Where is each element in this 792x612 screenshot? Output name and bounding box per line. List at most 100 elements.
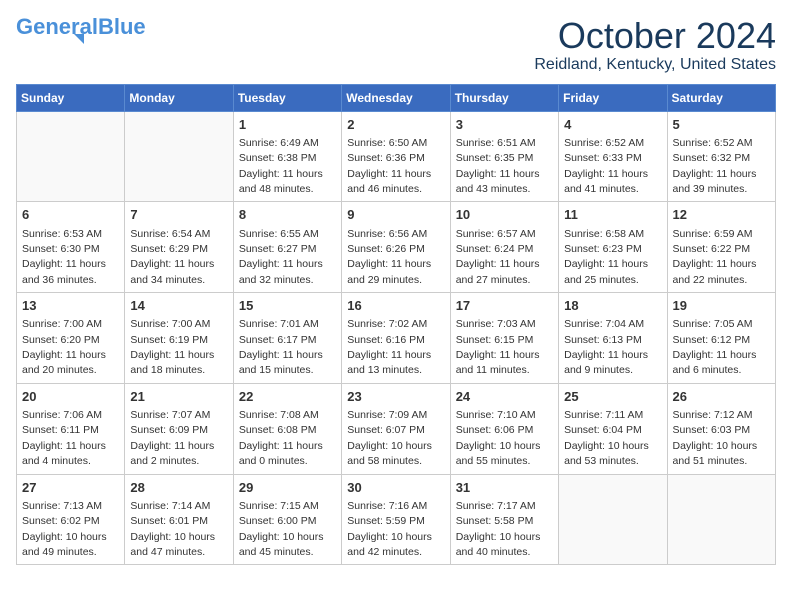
day-number: 3: [456, 116, 553, 134]
calendar-day-cell: 7Sunrise: 6:54 AM Sunset: 6:29 PM Daylig…: [125, 202, 233, 293]
day-number: 12: [673, 206, 770, 224]
calendar-day-cell: 12 Sunrise: 6:59 AM Sunset: 6:22 PM Dayli…: [667, 202, 775, 293]
day-info: Sunrise: 6:58 AM Sunset: 6:23 PM Dayligh…: [564, 228, 648, 286]
day-info: Sunrise: 7:10 AM Sunset: 6:06 PM Dayligh…: [456, 409, 541, 467]
day-info: Sunrise: 7:13 AM Sunset: 6:02 PM Dayligh…: [22, 500, 107, 558]
calendar-day-cell: 25Sunrise: 7:11 AM Sunset: 6:04 PM Dayli…: [559, 383, 667, 474]
day-number: 8: [239, 206, 336, 224]
day-number: 19: [673, 297, 770, 315]
day-number: 18: [564, 297, 661, 315]
day-info: Sunrise: 7:04 AM Sunset: 6:13 PM Dayligh…: [564, 318, 648, 376]
day-number: 15: [239, 297, 336, 315]
calendar-day-cell: 1 Sunrise: 6:49 AM Sunset: 6:38 PM Daylig…: [233, 111, 341, 202]
day-info: Sunrise: 7:17 AM Sunset: 5:58 PM Dayligh…: [456, 500, 541, 558]
day-info: Sunrise: 7:09 AM Sunset: 6:07 PM Dayligh…: [347, 409, 432, 467]
calendar-day-cell: 10Sunrise: 6:57 AM Sunset: 6:24 PM Dayli…: [450, 202, 558, 293]
calendar-day-cell: 11Sunrise: 6:58 AM Sunset: 6:23 PM Dayli…: [559, 202, 667, 293]
day-info: Sunrise: 6:52 AM Sunset: 6:33 PM Dayligh…: [564, 137, 648, 195]
logo-blue: Blue: [98, 14, 146, 39]
calendar-day-cell: 26Sunrise: 7:12 AM Sunset: 6:03 PM Dayli…: [667, 383, 775, 474]
calendar-day-cell: [125, 111, 233, 202]
day-info: Sunrise: 7:16 AM Sunset: 5:59 PM Dayligh…: [347, 500, 432, 558]
calendar-day-cell: 31 Sunrise: 7:17 AM Sunset: 5:58 PM Dayli…: [450, 474, 558, 565]
day-number: 16: [347, 297, 444, 315]
day-info: Sunrise: 6:50 AM Sunset: 6:36 PM Dayligh…: [347, 137, 431, 195]
day-number: 29: [239, 479, 336, 497]
day-info: Sunrise: 7:05 AM Sunset: 6:12 PM Dayligh…: [673, 318, 757, 376]
day-info: Sunrise: 6:55 AM Sunset: 6:27 PM Dayligh…: [239, 228, 323, 286]
calendar-day-cell: 30Sunrise: 7:16 AM Sunset: 5:59 PM Dayli…: [342, 474, 450, 565]
day-info: Sunrise: 7:00 AM Sunset: 6:20 PM Dayligh…: [22, 318, 106, 376]
day-number: 21: [130, 388, 227, 406]
day-number: 26: [673, 388, 770, 406]
calendar-day-cell: 2 Sunrise: 6:50 AM Sunset: 6:36 PM Daylig…: [342, 111, 450, 202]
calendar-day-cell: 5 Sunrise: 6:52 AM Sunset: 6:32 PM Daylig…: [667, 111, 775, 202]
day-info: Sunrise: 6:52 AM Sunset: 6:32 PM Dayligh…: [673, 137, 757, 195]
day-number: 14: [130, 297, 227, 315]
calendar-day-cell: 9 Sunrise: 6:56 AM Sunset: 6:26 PM Daylig…: [342, 202, 450, 293]
location-title: Reidland, Kentucky, United States: [534, 56, 776, 74]
day-info: Sunrise: 6:53 AM Sunset: 6:30 PM Dayligh…: [22, 228, 106, 286]
day-info: Sunrise: 7:06 AM Sunset: 6:11 PM Dayligh…: [22, 409, 106, 467]
calendar-day-cell: [17, 111, 125, 202]
day-number: 31: [456, 479, 553, 497]
calendar-header-row: SundayMondayTuesdayWednesdayThursdayFrid…: [17, 84, 776, 111]
calendar-week-row: 1 Sunrise: 6:49 AM Sunset: 6:38 PM Daylig…: [17, 111, 776, 202]
calendar-day-cell: 17 Sunrise: 7:03 AM Sunset: 6:15 PM Dayli…: [450, 293, 558, 384]
day-number: 24: [456, 388, 553, 406]
calendar-week-row: 6Sunrise: 6:53 AM Sunset: 6:30 PM Daylig…: [17, 202, 776, 293]
day-info: Sunrise: 7:02 AM Sunset: 6:16 PM Dayligh…: [347, 318, 431, 376]
day-info: Sunrise: 7:11 AM Sunset: 6:04 PM Dayligh…: [564, 409, 649, 467]
day-number: 9: [347, 206, 444, 224]
calendar-day-cell: 18 Sunrise: 7:04 AM Sunset: 6:13 PM Dayli…: [559, 293, 667, 384]
calendar-day-cell: 8 Sunrise: 6:55 AM Sunset: 6:27 PM Daylig…: [233, 202, 341, 293]
calendar-day-cell: 28 Sunrise: 7:14 AM Sunset: 6:01 PM Dayli…: [125, 474, 233, 565]
weekday-header: Wednesday: [342, 84, 450, 111]
title-block: October 2024 Reidland, Kentucky, United …: [534, 16, 776, 74]
calendar-day-cell: 24 Sunrise: 7:10 AM Sunset: 6:06 PM Dayli…: [450, 383, 558, 474]
logo-arrow-icon: [74, 34, 84, 44]
day-info: Sunrise: 6:51 AM Sunset: 6:35 PM Dayligh…: [456, 137, 540, 195]
day-number: 28: [130, 479, 227, 497]
calendar-day-cell: 22 Sunrise: 7:08 AM Sunset: 6:08 PM Dayli…: [233, 383, 341, 474]
day-number: 23: [347, 388, 444, 406]
day-info: Sunrise: 7:08 AM Sunset: 6:08 PM Dayligh…: [239, 409, 323, 467]
calendar-day-cell: 21 Sunrise: 7:07 AM Sunset: 6:09 PM Dayli…: [125, 383, 233, 474]
day-info: Sunrise: 7:01 AM Sunset: 6:17 PM Dayligh…: [239, 318, 323, 376]
day-number: 27: [22, 479, 119, 497]
logo: GeneralBlue: [16, 16, 146, 44]
day-number: 22: [239, 388, 336, 406]
day-info: Sunrise: 6:57 AM Sunset: 6:24 PM Dayligh…: [456, 228, 540, 286]
day-number: 2: [347, 116, 444, 134]
day-number: 5: [673, 116, 770, 134]
calendar-day-cell: 6Sunrise: 6:53 AM Sunset: 6:30 PM Daylig…: [17, 202, 125, 293]
day-info: Sunrise: 6:54 AM Sunset: 6:29 PM Dayligh…: [130, 228, 214, 286]
day-number: 20: [22, 388, 119, 406]
day-info: Sunrise: 7:03 AM Sunset: 6:15 PM Dayligh…: [456, 318, 540, 376]
day-info: Sunrise: 6:59 AM Sunset: 6:22 PM Dayligh…: [673, 228, 757, 286]
calendar-day-cell: 15 Sunrise: 7:01 AM Sunset: 6:17 PM Dayli…: [233, 293, 341, 384]
month-title: October 2024: [534, 16, 776, 56]
logo-general: General: [16, 14, 98, 39]
calendar-day-cell: 4 Sunrise: 6:52 AM Sunset: 6:33 PM Daylig…: [559, 111, 667, 202]
day-info: Sunrise: 6:56 AM Sunset: 6:26 PM Dayligh…: [347, 228, 431, 286]
day-number: 13: [22, 297, 119, 315]
weekday-header: Friday: [559, 84, 667, 111]
day-number: 4: [564, 116, 661, 134]
weekday-header: Tuesday: [233, 84, 341, 111]
calendar-table: SundayMondayTuesdayWednesdayThursdayFrid…: [16, 84, 776, 566]
day-number: 1: [239, 116, 336, 134]
day-info: Sunrise: 7:07 AM Sunset: 6:09 PM Dayligh…: [130, 409, 214, 467]
day-info: Sunrise: 6:49 AM Sunset: 6:38 PM Dayligh…: [239, 137, 323, 195]
calendar-day-cell: 14Sunrise: 7:00 AM Sunset: 6:19 PM Dayli…: [125, 293, 233, 384]
day-info: Sunrise: 7:15 AM Sunset: 6:00 PM Dayligh…: [239, 500, 324, 558]
calendar-week-row: 20 Sunrise: 7:06 AM Sunset: 6:11 PM Dayli…: [17, 383, 776, 474]
calendar-day-cell: 27 Sunrise: 7:13 AM Sunset: 6:02 PM Dayli…: [17, 474, 125, 565]
calendar-day-cell: 19 Sunrise: 7:05 AM Sunset: 6:12 PM Dayli…: [667, 293, 775, 384]
calendar-day-cell: 23 Sunrise: 7:09 AM Sunset: 6:07 PM Dayli…: [342, 383, 450, 474]
calendar-day-cell: 20 Sunrise: 7:06 AM Sunset: 6:11 PM Dayli…: [17, 383, 125, 474]
calendar-week-row: 13 Sunrise: 7:00 AM Sunset: 6:20 PM Dayli…: [17, 293, 776, 384]
day-info: Sunrise: 7:14 AM Sunset: 6:01 PM Dayligh…: [130, 500, 215, 558]
weekday-header: Saturday: [667, 84, 775, 111]
day-number: 17: [456, 297, 553, 315]
